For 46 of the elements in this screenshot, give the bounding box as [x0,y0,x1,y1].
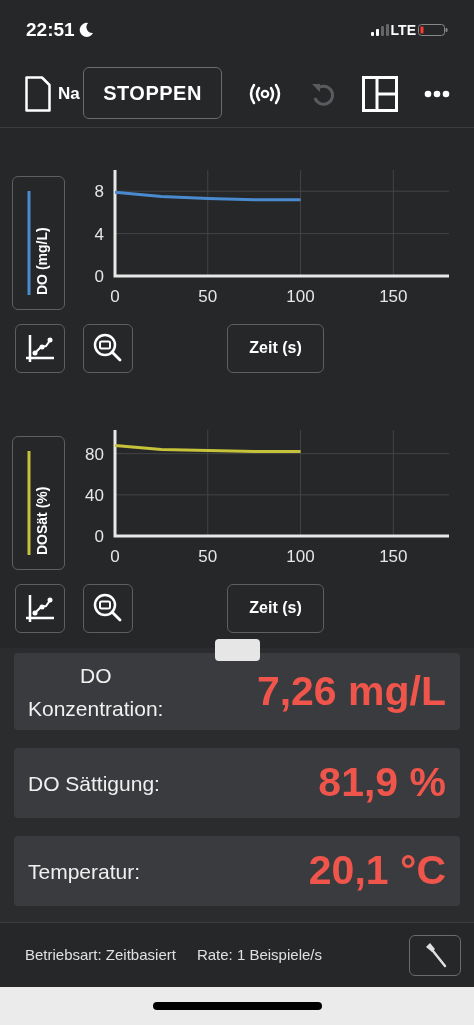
layout-button[interactable] [362,75,398,112]
tick-label: 0 [94,527,104,546]
more-button[interactable] [424,89,450,98]
signal-icon [370,24,389,36]
line-graph-icon [25,593,55,623]
tick-label: 8 [94,182,104,202]
line-graph-icon [25,333,55,363]
readout-label: DO Sättigung: [28,770,160,797]
tick-label: 40 [85,485,104,505]
tick-label: 50 [198,547,218,566]
tick-label: 100 [286,287,315,306]
stop-button[interactable]: STOPPEN [83,67,222,119]
battery-icon [418,22,448,38]
y-axis-button[interactable]: DO (mg/L) [12,176,65,310]
readout-value: 20,1 °C [308,846,446,896]
file-button[interactable]: Na [25,73,80,114]
drag-handle[interactable] [215,639,260,661]
graph-style-button[interactable] [15,323,65,373]
zoom-icon [93,593,123,623]
y-axis-button[interactable]: DOSät (%) [12,436,65,570]
zoom-button[interactable] [83,583,133,633]
tick-label: 100 [286,547,315,566]
moon-icon [77,22,94,38]
readout-label: DO Konzentration: [28,662,164,722]
x-axis-button[interactable]: Zeit (s) [227,323,324,373]
tick-label: 80 [85,444,104,464]
tick-label: 4 [94,224,104,244]
graph-style-button[interactable] [15,583,65,633]
readout-label: Temperatur: [28,858,141,885]
tick-label: 0 [110,547,120,566]
clock-time: 22:51 [26,17,75,42]
readout-value: 7,26 mg/L [256,666,446,716]
document-icon [25,75,51,112]
tick-label: 150 [379,287,408,306]
tick-label: 50 [198,287,218,306]
tick-label: 0 [110,287,120,306]
mode-label: Betriebsart: Zeitbasiert [25,944,176,965]
settings-button[interactable] [409,934,461,976]
zoom-button[interactable] [83,323,133,373]
rate-label: Rate: 1 Beispiele/s [196,944,322,965]
tick-label: 150 [379,547,408,566]
tick-label: 0 [94,267,104,286]
x-axis-button[interactable]: Zeit (s) [227,583,324,633]
zoom-icon [93,333,123,363]
network-label: LTE [390,20,416,40]
readout-value: 81,9 % [318,758,446,808]
